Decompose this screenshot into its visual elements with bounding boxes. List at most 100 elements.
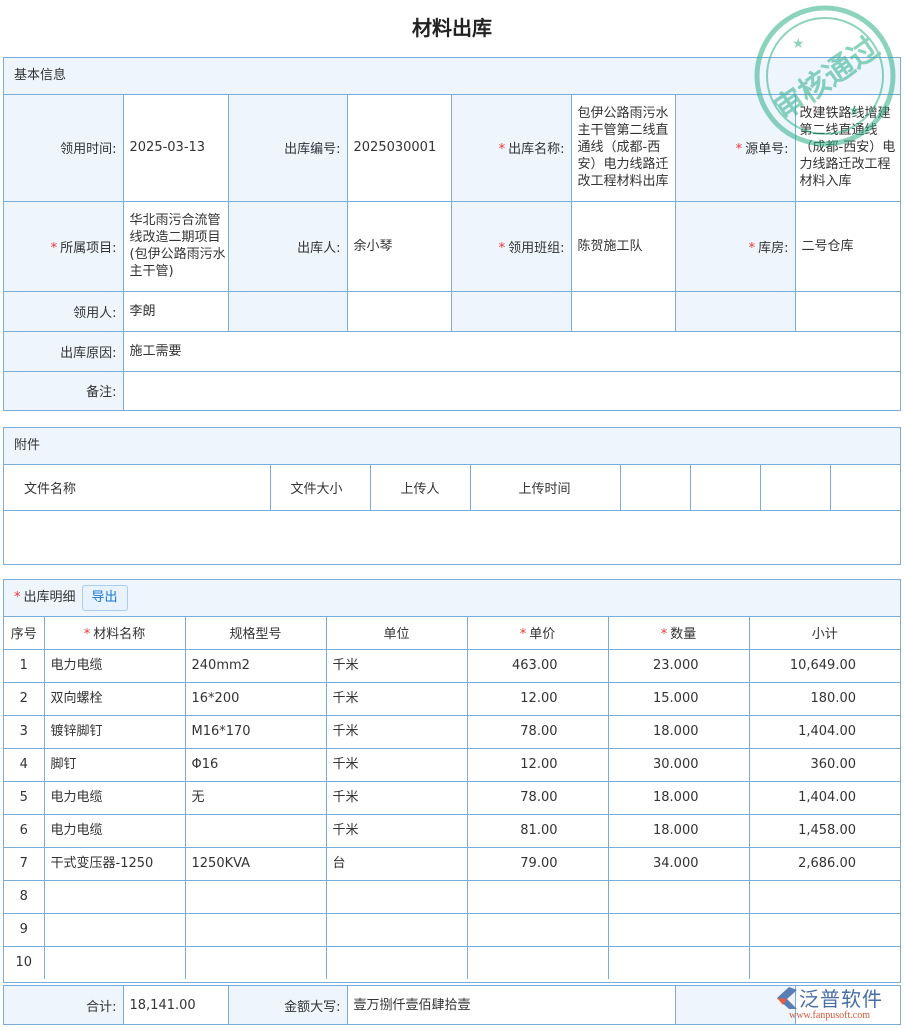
receiver-value: 李朗 — [123, 291, 228, 331]
spec — [185, 880, 326, 913]
out-name-label: *出库名称: — [451, 95, 571, 201]
quantity: 34.000 — [608, 847, 749, 880]
unit — [326, 946, 467, 979]
subtotal: 180.00 — [749, 682, 900, 715]
col-material-name: *材料名称 — [44, 617, 185, 649]
footer-section: 合计: 18,141.00 金额大写: 壹万捌仟壹佰肆拾壹 — [3, 985, 901, 1025]
material-name: 脚钉 — [44, 748, 185, 781]
spec: 无 — [185, 781, 326, 814]
empty-cell — [675, 291, 795, 331]
details-section: *出库明细导出 序号 *材料名称 规格型号 单位 *单价 *数量 小计 1电力电… — [3, 579, 901, 983]
unit: 千米 — [326, 781, 467, 814]
col-file-size: 文件大小 — [270, 465, 370, 510]
quantity: 18.000 — [608, 715, 749, 748]
unit-price: 78.00 — [467, 781, 608, 814]
project-value: 华北雨污合流管线改造二期项目(包伊公路雨污水主干管) — [123, 201, 228, 291]
subtotal: 1,458.00 — [749, 814, 900, 847]
row-index: 2 — [4, 682, 44, 715]
quantity: 18.000 — [608, 781, 749, 814]
material-name: 双向螺栓 — [44, 682, 185, 715]
spec — [185, 913, 326, 946]
out-person-label: 出库人: — [228, 201, 347, 291]
subtotal: 2,686.00 — [749, 847, 900, 880]
empty-cell — [571, 291, 675, 331]
quantity: 18.000 — [608, 814, 749, 847]
col-upload-time: 上传时间 — [470, 465, 620, 510]
warehouse-value: 二号仓库 — [795, 201, 900, 291]
col-file-name: 文件名称 — [4, 465, 270, 510]
row-index: 10 — [4, 946, 44, 979]
col-empty — [690, 465, 760, 510]
table-row: 2双向螺栓16*200千米12.0015.000180.00 — [4, 682, 900, 715]
row-index: 5 — [4, 781, 44, 814]
empty-cell — [795, 291, 900, 331]
unit-price: 12.00 — [467, 682, 608, 715]
out-no-value: 2025030001 — [347, 95, 451, 201]
unit-price — [467, 880, 608, 913]
unit: 千米 — [326, 748, 467, 781]
spec: 1250KVA — [185, 847, 326, 880]
row-index: 8 — [4, 880, 44, 913]
material-name: 干式变压器-1250 — [44, 847, 185, 880]
spec: M16*170 — [185, 715, 326, 748]
col-empty — [830, 465, 900, 510]
export-button[interactable]: 导出 — [82, 585, 128, 611]
material-name: 电力电缆 — [44, 649, 185, 682]
quantity: 23.000 — [608, 649, 749, 682]
receive-time-value: 2025-03-13 — [123, 95, 228, 201]
remark-value — [123, 371, 900, 410]
unit — [326, 880, 467, 913]
unit-price: 463.00 — [467, 649, 608, 682]
material-name — [44, 880, 185, 913]
unit — [326, 913, 467, 946]
attachments-section: 附件 文件名称 文件大小 上传人 上传时间 — [3, 427, 901, 565]
col-uploader: 上传人 — [370, 465, 470, 510]
attachments-header: 附件 — [4, 428, 900, 465]
table-row: 7干式变压器-12501250KVA台79.0034.0002,686.00 — [4, 847, 900, 880]
spec: 240mm2 — [185, 649, 326, 682]
unit: 千米 — [326, 682, 467, 715]
row-index: 7 — [4, 847, 44, 880]
col-empty — [760, 465, 830, 510]
amount-words-value: 壹万捌仟壹佰肆拾壹 — [347, 986, 675, 1024]
table-row: 8 — [4, 880, 900, 913]
receiver-label: 领用人: — [4, 291, 123, 331]
unit: 台 — [326, 847, 467, 880]
out-name-value: 包伊公路雨污水主干管第二线直通线（成都-西安）电力线路迁改工程材料出库 — [571, 95, 675, 201]
spec: Φ16 — [185, 748, 326, 781]
svg-text:★: ★ — [792, 36, 805, 52]
material-name — [44, 946, 185, 979]
svg-text:★: ★ — [848, 103, 861, 119]
row-index: 3 — [4, 715, 44, 748]
out-no-label: 出库编号: — [228, 95, 347, 201]
col-empty — [620, 465, 690, 510]
table-row: 6电力电缆千米81.0018.0001,458.00 — [4, 814, 900, 847]
table-row: 1电力电缆240mm2千米463.0023.00010,649.00 — [4, 649, 900, 682]
team-label: *领用班组: — [451, 201, 571, 291]
spec — [185, 946, 326, 979]
col-spec: 规格型号 — [185, 617, 326, 649]
material-name — [44, 913, 185, 946]
col-subtotal: 小计 — [749, 617, 900, 649]
table-row: 9 — [4, 913, 900, 946]
unit: 千米 — [326, 649, 467, 682]
amount-words-label: 金额大写: — [228, 986, 347, 1024]
col-quantity: *数量 — [608, 617, 749, 649]
row-index: 6 — [4, 814, 44, 847]
unit: 千米 — [326, 715, 467, 748]
material-name: 电力电缆 — [44, 814, 185, 847]
quantity: 30.000 — [608, 748, 749, 781]
table-row: 5电力电缆无千米78.0018.0001,404.00 — [4, 781, 900, 814]
details-header: *出库明细导出 — [4, 580, 900, 617]
unit-price: 12.00 — [467, 748, 608, 781]
row-index: 1 — [4, 649, 44, 682]
subtotal — [749, 880, 900, 913]
subtotal: 1,404.00 — [749, 781, 900, 814]
unit-price — [467, 946, 608, 979]
empty-cell — [451, 291, 571, 331]
warehouse-label: *库房: — [675, 201, 795, 291]
table-row: 3镀锌脚钉M16*170千米78.0018.0001,404.00 — [4, 715, 900, 748]
col-unit: 单位 — [326, 617, 467, 649]
subtotal — [749, 913, 900, 946]
project-label: *所属项目: — [4, 201, 123, 291]
